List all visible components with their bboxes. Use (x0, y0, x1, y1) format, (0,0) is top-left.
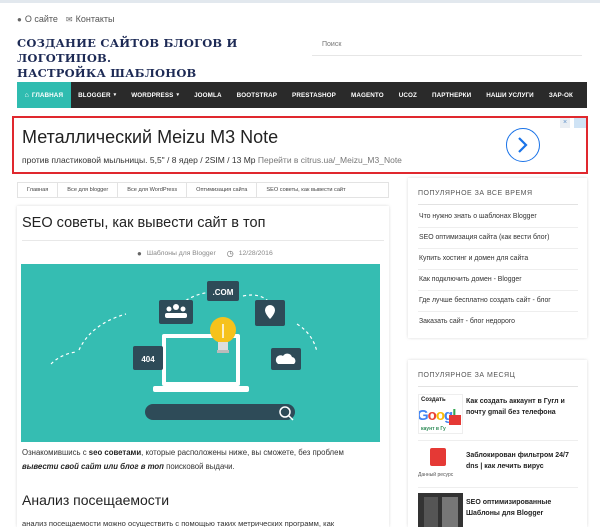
post-thumbnail[interactable]: Данный ресурс (418, 446, 463, 486)
post-card: SEO советы, как вывести сайт в топ ● Шаб… (17, 206, 389, 527)
popular-all-link[interactable]: Что нужно знать о шаблонах Blogger (419, 213, 537, 220)
user-icon: ● (17, 14, 22, 24)
divider (418, 311, 578, 312)
widget-popular-all-time: ПОПУЛЯРНОЕ ЗА ВСЕ ВРЕМЯ Что нужно знать … (408, 178, 587, 338)
ad-close-icon[interactable]: × (560, 118, 570, 128)
nav-item-5[interactable]: PRESTASHOP (285, 82, 344, 108)
divider (418, 290, 578, 291)
shield-icon (430, 448, 446, 466)
divider (418, 204, 578, 205)
breadcrumb: Главная Все для blogger Все для WordPress О… (17, 182, 389, 198)
popular-month-link[interactable]: Как создать аккаунт в Гугл и почту gmail… (466, 396, 581, 418)
ad-url[interactable]: Перейти в citrus.ua/_Meizu_M3_Note (258, 155, 402, 165)
divider (418, 386, 578, 387)
chevron-right-icon (518, 137, 528, 153)
post-title: SEO советы, как вывести сайт в топ (22, 215, 266, 231)
ad-title[interactable]: Металлический Meizu M3 Note (22, 127, 278, 148)
nav-item-2[interactable]: WORDPRESS ▾ (124, 82, 187, 108)
nav-item-1[interactable]: BLOGGER ▾ (71, 82, 124, 108)
post-intro: Ознакомившись с seo советами, которые ра… (22, 448, 344, 471)
divider (418, 269, 578, 270)
popular-all-link[interactable]: Как подключить домен - Blogger (419, 276, 522, 283)
breadcrumb-item[interactable]: Главная (18, 183, 59, 197)
ad-info-icon[interactable] (574, 118, 586, 128)
clock-icon: ◷ (226, 249, 234, 258)
top-links: ● О сайте ✉ Контакты (17, 14, 114, 24)
ad-description: против пластиковой мыльницы. 5,5" / 8 яд… (22, 155, 402, 165)
main-nav: ⌂ ГЛАВНАЯ BLOGGER ▾ WORDPRESS ▾ JOOMLA BOOTSTRA… (17, 82, 587, 108)
nav-item-3[interactable]: JOOMLA (187, 82, 230, 108)
post-meta: ● Шаблоны для Blogger ◷ 12/28/2016 (137, 249, 273, 258)
widget-popular-month: ПОПУЛЯРНОЕ ЗА МЕСЯЦ Создать Googl каунт … (408, 360, 587, 527)
post-hero-image: .COM 404 (21, 264, 380, 442)
widget-title: ПОПУЛЯРНОЕ ЗА ВСЕ ВРЕМЯ (418, 190, 533, 197)
breadcrumb-item[interactable]: Все для blogger (58, 183, 119, 197)
chevron-down-icon: ▾ (113, 92, 117, 98)
divider (22, 240, 384, 241)
divider (418, 248, 578, 249)
popular-all-link[interactable]: Где лучше бесплатно создать сайт - блог (419, 297, 551, 304)
search-input[interactable] (312, 34, 582, 56)
nav-item-4[interactable]: BOOTSTRAP (229, 82, 284, 108)
nav-item-10[interactable]: ЗАР-ОК (541, 82, 580, 108)
post-author[interactable]: Шаблоны для Blogger (147, 250, 216, 257)
nav-item-0[interactable]: ⌂ ГЛАВНАЯ (17, 82, 71, 108)
home-icon: ⌂ (24, 91, 29, 99)
ad-banner[interactable]: Металлический Meizu M3 Note против пласт… (12, 116, 588, 174)
site-title[interactable]: СОЗДАНИЕ САЙТОВ БЛОГОВ И ЛОГОТИПОВ. НАСТ… (17, 36, 287, 81)
contacts-link[interactable]: ✉ Контакты (66, 14, 115, 24)
envelope-icon: ✉ (65, 14, 73, 24)
post-thumbnail[interactable] (418, 493, 463, 527)
widget-title: ПОПУЛЯРНОЕ ЗА МЕСЯЦ (418, 372, 516, 379)
hero-404-label: 404 (141, 355, 155, 364)
divider (418, 227, 578, 228)
popular-month-link[interactable]: SEO оптимизированные Шаблоны для Blogger (466, 497, 581, 519)
nav-item-8[interactable]: ПАРТНЕРКИ (425, 82, 479, 108)
seo-tips-link: seo советами (88, 448, 142, 457)
nav-item-6[interactable]: MAGENTO (343, 82, 391, 108)
section-heading: Анализ посещаемости (22, 492, 170, 508)
mail-icon (449, 415, 461, 425)
post-paragraph: анализ посещаемости можно осуществить с … (22, 519, 335, 527)
user-icon: ● (137, 249, 142, 258)
breadcrumb-item[interactable]: Оптимизация сайта (187, 183, 258, 197)
nav-item-9[interactable]: НАШИ УСЛУГИ (479, 82, 542, 108)
breadcrumb-item[interactable]: Все для WordPress (118, 183, 188, 197)
popular-all-link[interactable]: Заказать сайт - блог недорого (419, 318, 515, 325)
breadcrumb-item: SEO советы, как вывести сайт (266, 187, 346, 193)
chevron-down-icon: ▾ (176, 92, 180, 98)
hero-com-label: .COM (213, 288, 234, 297)
popular-month-link[interactable]: Заблокирован фильтром 24/7 dns | как леч… (466, 450, 581, 472)
ad-arrow-button[interactable] (506, 128, 540, 162)
post-date: 12/28/2016 (238, 250, 273, 257)
popular-all-link[interactable]: Купить хостинг и домен для сайта (419, 255, 528, 262)
popular-all-link[interactable]: SEO оптимизация сайта (как вести блог) (419, 234, 549, 241)
about-link[interactable]: ● О сайте (17, 14, 58, 24)
post-thumbnail[interactable]: Создать Googl каунт в Гу (418, 394, 463, 434)
nav-item-7[interactable]: UCOZ (391, 82, 424, 108)
